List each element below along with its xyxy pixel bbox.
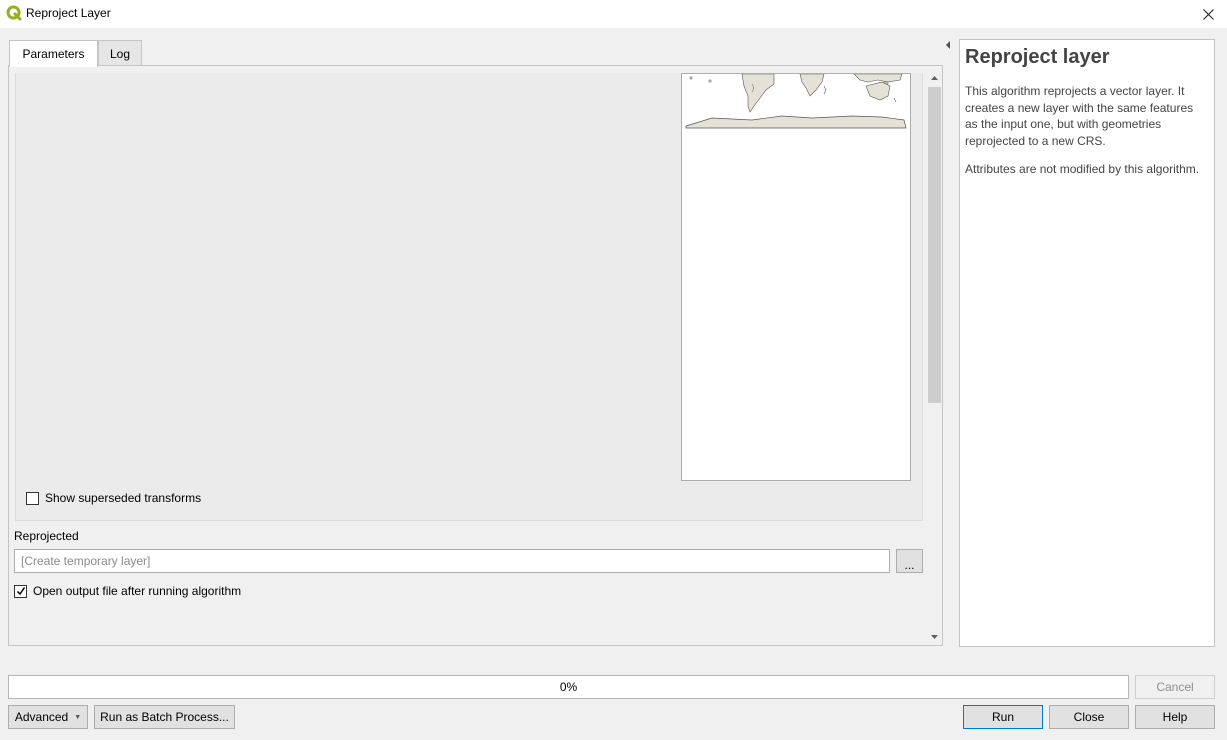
open-output-label: Open output file after running algorithm xyxy=(33,584,242,598)
help-paragraph-attributes: Attributes are not modified by this algo… xyxy=(965,162,1200,176)
open-output-option[interactable]: Open output file after running algorithm xyxy=(14,583,241,599)
window-title: Reproject Layer xyxy=(26,6,111,20)
scroll-up-button[interactable] xyxy=(927,70,942,86)
cancel-button[interactable]: Cancel xyxy=(1135,675,1215,699)
run-button[interactable]: Run xyxy=(963,705,1043,729)
crs-extent-map-preview xyxy=(681,73,911,481)
progress-text: 0% xyxy=(559,680,578,694)
show-superseded-transforms-option[interactable]: Show superseded transforms xyxy=(26,490,201,506)
title-bar: Reproject Layer xyxy=(0,0,1227,28)
close-button[interactable]: Close xyxy=(1049,705,1129,729)
scrollbar-thumb[interactable] xyxy=(928,87,941,403)
close-icon xyxy=(1202,8,1214,20)
scroll-down-button[interactable] xyxy=(927,629,942,645)
dropdown-arrow-icon: ▼ xyxy=(74,713,82,721)
help-title: Reproject layer xyxy=(965,46,1110,68)
open-output-checkbox[interactable] xyxy=(14,584,27,598)
run-as-batch-button[interactable]: Run as Batch Process... xyxy=(94,705,235,729)
tab-log-label: Log xyxy=(109,46,131,61)
browse-button-label: ... xyxy=(904,558,915,572)
scroll-up-arrow-icon xyxy=(931,76,938,80)
show-superseded-label: Show superseded transforms xyxy=(45,491,202,505)
show-superseded-checkbox[interactable] xyxy=(26,491,39,505)
collapse-arrow-icon[interactable] xyxy=(944,41,952,49)
tab-parameters[interactable]: Parameters xyxy=(9,40,98,67)
window-close-button[interactable] xyxy=(1193,2,1223,26)
tab-log[interactable]: Log xyxy=(98,40,142,66)
scroll-down-arrow-icon xyxy=(931,635,938,639)
qgis-logo-icon xyxy=(6,5,22,21)
advanced-button-label: Advanced xyxy=(14,710,69,724)
help-paragraph-description: This algorithm reprojects a vector layer… xyxy=(965,84,1194,148)
checkmark-icon xyxy=(16,587,25,596)
output-label: Reprojected xyxy=(14,529,79,543)
parameters-scrollbar[interactable] xyxy=(927,70,942,645)
help-button[interactable]: Help xyxy=(1135,705,1215,729)
output-browse-button[interactable]: ... xyxy=(896,549,923,573)
help-panel: Reproject layer This algorithm reproject… xyxy=(959,39,1215,647)
world-map-graphic xyxy=(685,73,907,129)
progress-bar: 0% xyxy=(8,675,1129,699)
tab-parameters-label: Parameters xyxy=(22,47,85,61)
output-destination-input[interactable] xyxy=(14,549,890,573)
advanced-dropdown-button[interactable]: Advanced ▼ xyxy=(8,705,88,729)
